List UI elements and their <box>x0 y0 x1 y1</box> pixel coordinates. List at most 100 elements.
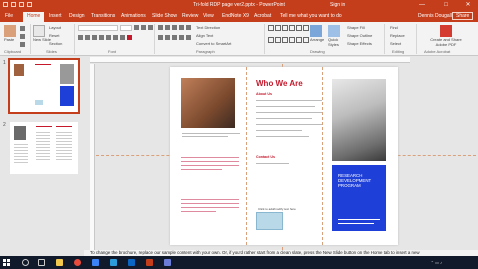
grow-font-icon[interactable] <box>134 25 139 30</box>
about-us-heading[interactable]: About Us <box>256 92 272 96</box>
contact-us-body[interactable] <box>256 161 322 164</box>
clear-formatting-icon[interactable] <box>148 25 153 30</box>
tab-file[interactable]: File <box>5 13 13 19</box>
shape-bracket-icon[interactable] <box>275 36 281 43</box>
system-tray[interactable]: ⌃ ▭ ♪ <box>431 260 442 265</box>
line-spacing-icon[interactable] <box>186 25 191 30</box>
contact-us-heading[interactable]: Contact Us <box>256 155 275 159</box>
increase-indent-icon[interactable] <box>179 25 184 30</box>
picture-placeholder[interactable] <box>256 212 283 230</box>
convert-smartart-button[interactable]: Convert to SmartArt <box>196 41 231 46</box>
sign-in-link[interactable]: Sign in <box>330 2 345 8</box>
tab-acrobat[interactable]: Acrobat <box>254 13 271 19</box>
strikethrough-icon[interactable] <box>99 35 104 40</box>
program-title-box[interactable]: RESEARCH DEVELOPMENT PROGRAM <box>332 165 386 231</box>
user-name[interactable]: Dennis Dougall <box>418 13 452 19</box>
tab-design[interactable]: Design <box>69 13 85 19</box>
slide-thumbnail-2[interactable] <box>10 122 78 174</box>
shape-arrow-icon[interactable] <box>296 25 302 31</box>
chrome-icon[interactable] <box>74 259 81 266</box>
share-button[interactable]: Share <box>452 12 474 20</box>
photo-caption[interactable] <box>182 131 240 137</box>
numbering-icon[interactable] <box>165 25 170 30</box>
italic-icon[interactable] <box>85 35 90 40</box>
shape-outline-button[interactable]: Shape Outline <box>347 33 372 38</box>
program-title[interactable]: RESEARCH DEVELOPMENT PROGRAM <box>338 173 384 188</box>
brochure-photo-left[interactable] <box>181 78 235 128</box>
program-subtitle-2[interactable] <box>338 223 374 224</box>
maximize-button[interactable]: □ <box>438 0 454 11</box>
font-size-select[interactable] <box>120 25 132 31</box>
shape-callout-icon[interactable] <box>296 36 302 43</box>
justify-icon[interactable] <box>179 35 184 40</box>
tab-slide-show[interactable]: Slide Show <box>152 13 177 19</box>
align-left-icon[interactable] <box>158 35 163 40</box>
character-spacing-icon[interactable] <box>113 35 118 40</box>
tab-insert[interactable]: Insert <box>49 13 62 19</box>
tab-review[interactable]: Review <box>182 13 198 19</box>
cut-icon[interactable] <box>20 26 25 31</box>
bullets-icon[interactable] <box>158 25 163 30</box>
shape-effects-button[interactable]: Shape Effects <box>347 41 372 46</box>
arrange-button[interactable]: Arrange <box>310 25 324 42</box>
powerpoint-icon[interactable] <box>146 259 153 266</box>
task-view-icon[interactable] <box>38 259 45 266</box>
mail-icon[interactable] <box>110 259 117 266</box>
search-icon[interactable] <box>22 259 29 266</box>
shapes-gallery[interactable] <box>268 25 309 47</box>
align-center-icon[interactable] <box>165 35 170 40</box>
who-we-are-heading[interactable]: Who We Are <box>256 79 303 88</box>
shape-brace-icon[interactable] <box>282 36 288 43</box>
shape-oval-icon[interactable] <box>282 25 288 31</box>
tab-animations[interactable]: Animations <box>121 13 146 19</box>
font-color-icon[interactable] <box>127 35 132 40</box>
slide-thumbnail-1[interactable] <box>8 58 80 114</box>
pull-quote-2[interactable] <box>181 197 239 212</box>
create-pdf-button[interactable]: Create and Share Adobe PDF <box>428 25 464 47</box>
tab-view[interactable]: View <box>203 13 214 19</box>
columns-icon[interactable] <box>186 35 191 40</box>
file-explorer-icon[interactable] <box>56 259 63 266</box>
pull-quote-1[interactable] <box>181 155 239 170</box>
underline-icon[interactable] <box>92 35 97 40</box>
minimize-button[interactable]: — <box>414 0 430 11</box>
shape-triangle-icon[interactable] <box>289 25 295 31</box>
about-us-body[interactable] <box>256 98 322 137</box>
format-painter-icon[interactable] <box>20 42 25 47</box>
text-direction-button[interactable]: Text Direction <box>196 25 220 30</box>
shrink-font-icon[interactable] <box>141 25 146 30</box>
font-family-select[interactable] <box>78 25 118 31</box>
paste-button[interactable]: Paste <box>4 25 17 42</box>
change-case-icon[interactable] <box>120 35 125 40</box>
shape-line-icon[interactable] <box>268 25 274 31</box>
tab-transitions[interactable]: Transitions <box>91 13 115 19</box>
teams-icon[interactable] <box>164 259 171 266</box>
find-button[interactable]: Find <box>390 25 405 30</box>
shape-rect-icon[interactable] <box>275 25 281 31</box>
reset-button[interactable]: Reset <box>49 33 59 38</box>
shadow-icon[interactable] <box>106 35 111 40</box>
tell-me-box[interactable]: Tell me what you want to do <box>280 13 342 19</box>
replace-button[interactable]: Replace <box>390 33 405 38</box>
outlook-icon[interactable] <box>128 259 135 266</box>
picture-placeholder-caption[interactable]: Click to add/modify text here <box>258 207 296 211</box>
edge-icon[interactable] <box>92 259 99 266</box>
shape-more-icon[interactable] <box>303 25 309 31</box>
layout-button[interactable]: Layout <box>49 25 61 30</box>
tab-home[interactable]: Home <box>23 12 45 22</box>
start-button[interactable] <box>3 259 10 266</box>
shape-fill-button[interactable]: Shape Fill <box>347 25 365 30</box>
align-right-icon[interactable] <box>172 35 177 40</box>
tab-endnote[interactable]: EndNote X9 <box>222 13 249 19</box>
section-button[interactable]: Section <box>49 41 62 46</box>
bold-icon[interactable] <box>78 35 83 40</box>
select-button[interactable]: Select <box>390 41 405 46</box>
close-button[interactable]: ✕ <box>460 0 476 11</box>
copy-icon[interactable] <box>20 34 25 39</box>
quick-styles-button[interactable]: Quick Styles <box>328 25 346 47</box>
program-subtitle[interactable] <box>338 219 380 220</box>
shape-flow-icon[interactable] <box>303 36 309 43</box>
shape-textbox-icon[interactable] <box>268 36 274 43</box>
brochure-photo-right[interactable] <box>332 79 386 161</box>
shape-star-icon[interactable] <box>289 36 295 43</box>
